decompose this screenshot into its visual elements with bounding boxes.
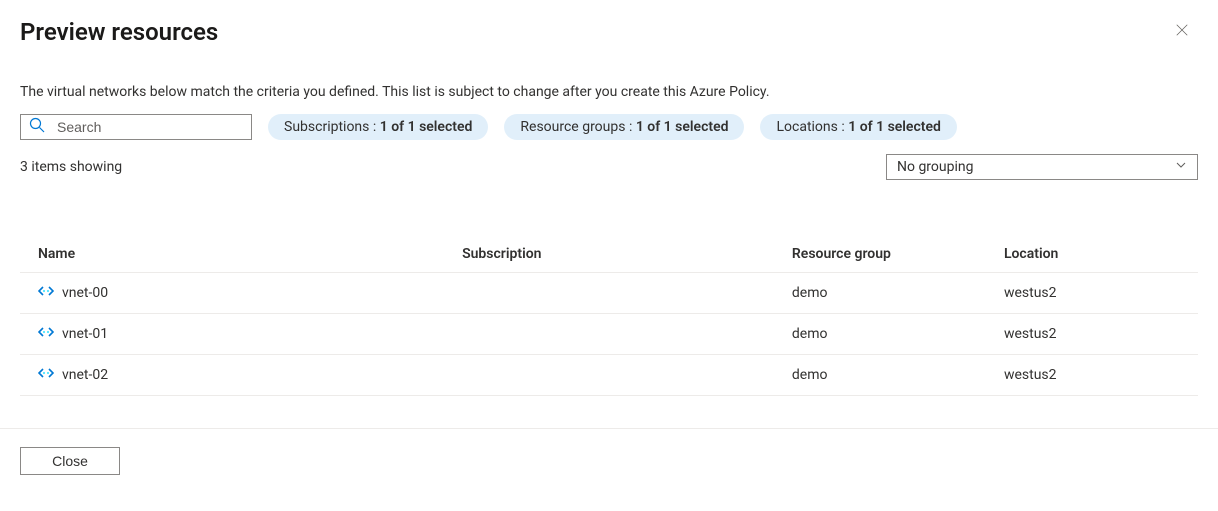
description-text: The virtual networks below match the cri… bbox=[20, 84, 1198, 100]
cell-subscription bbox=[444, 355, 774, 396]
cell-subscription bbox=[444, 314, 774, 355]
cell-location: westus2 bbox=[986, 273, 1198, 314]
close-icon[interactable] bbox=[1174, 22, 1190, 38]
table-row[interactable]: vnet-01 demo westus2 bbox=[20, 314, 1198, 355]
vnet-icon bbox=[38, 365, 54, 385]
grouping-selected-value: No grouping bbox=[897, 159, 973, 175]
col-header-location[interactable]: Location bbox=[986, 236, 1198, 273]
cell-location: westus2 bbox=[986, 314, 1198, 355]
filter-label: Resource groups : bbox=[520, 119, 632, 135]
filter-label: Locations : bbox=[776, 119, 844, 135]
footer-bar: Close bbox=[0, 428, 1218, 475]
table-row[interactable]: vnet-00 demo westus2 bbox=[20, 273, 1198, 314]
page-title: Preview resources bbox=[20, 18, 218, 46]
col-header-resource-group[interactable]: Resource group bbox=[774, 236, 986, 273]
cell-location: westus2 bbox=[986, 355, 1198, 396]
close-button[interactable]: Close bbox=[20, 447, 120, 475]
items-showing-text: 3 items showing bbox=[20, 159, 122, 175]
vnet-icon bbox=[38, 283, 54, 303]
search-box[interactable] bbox=[20, 114, 252, 140]
filter-row: Subscriptions : 1 of 1 selected Resource… bbox=[20, 114, 1198, 140]
filter-resource-groups[interactable]: Resource groups : 1 of 1 selected bbox=[504, 114, 744, 140]
filter-label: Subscriptions : bbox=[284, 119, 376, 135]
table-row[interactable]: vnet-02 demo westus2 bbox=[20, 355, 1198, 396]
col-header-name[interactable]: Name bbox=[20, 236, 444, 273]
resource-name: vnet-00 bbox=[62, 285, 108, 301]
cell-resource-group: demo bbox=[774, 355, 986, 396]
search-icon bbox=[29, 117, 45, 137]
search-input[interactable] bbox=[57, 119, 243, 135]
resources-table: Name Subscription Resource group Locatio… bbox=[20, 236, 1198, 396]
filter-subscriptions[interactable]: Subscriptions : 1 of 1 selected bbox=[268, 114, 488, 140]
cell-subscription bbox=[444, 273, 774, 314]
vnet-icon bbox=[38, 324, 54, 344]
resource-name: vnet-02 bbox=[62, 367, 108, 383]
col-header-subscription[interactable]: Subscription bbox=[444, 236, 774, 273]
resource-name: vnet-01 bbox=[62, 326, 108, 342]
cell-resource-group: demo bbox=[774, 314, 986, 355]
filter-value-text: 1 of 1 selected bbox=[848, 119, 941, 135]
chevron-down-icon bbox=[1175, 159, 1187, 175]
filter-locations[interactable]: Locations : 1 of 1 selected bbox=[760, 114, 956, 140]
filter-value-text: 1 of 1 selected bbox=[380, 119, 473, 135]
grouping-dropdown[interactable]: No grouping bbox=[886, 154, 1198, 180]
cell-resource-group: demo bbox=[774, 273, 986, 314]
filter-value-text: 1 of 1 selected bbox=[636, 119, 729, 135]
